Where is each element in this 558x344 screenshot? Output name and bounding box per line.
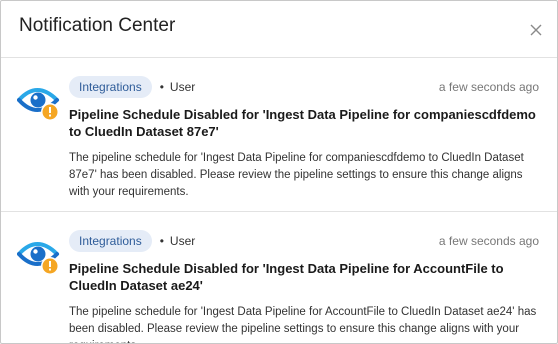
dialog-title: Notification Center (19, 15, 176, 36)
actor-label: User (169, 234, 196, 248)
timestamp: a few seconds ago (438, 80, 539, 94)
category-badge: Integrations (69, 230, 152, 252)
close-icon[interactable] (529, 23, 543, 37)
timestamp: a few seconds ago (438, 234, 539, 248)
notification-message: The pipeline schedule for 'Ingest Data P… (69, 152, 524, 198)
notification-item[interactable]: Integrations • User a few seconds ago Pi… (1, 58, 557, 212)
category-badge: Integrations (69, 76, 152, 98)
notification-message: The pipeline schedule for 'Ingest Data P… (69, 306, 537, 343)
meta-separator: • (159, 234, 164, 248)
dialog-header: Notification Center (1, 1, 557, 58)
actor-label: User (169, 80, 196, 94)
eye-warning-icon (17, 234, 61, 278)
notification-item[interactable]: Integrations • User a few seconds ago Pi… (1, 212, 557, 343)
notification-title: Pipeline Schedule Disabled for 'Ingest D… (69, 261, 504, 293)
meta-separator: • (159, 80, 164, 94)
notification-center-dialog: Notification Center Integrations • User (0, 0, 558, 344)
eye-warning-icon (17, 80, 61, 124)
notification-title: Pipeline Schedule Disabled for 'Ingest D… (69, 107, 536, 139)
